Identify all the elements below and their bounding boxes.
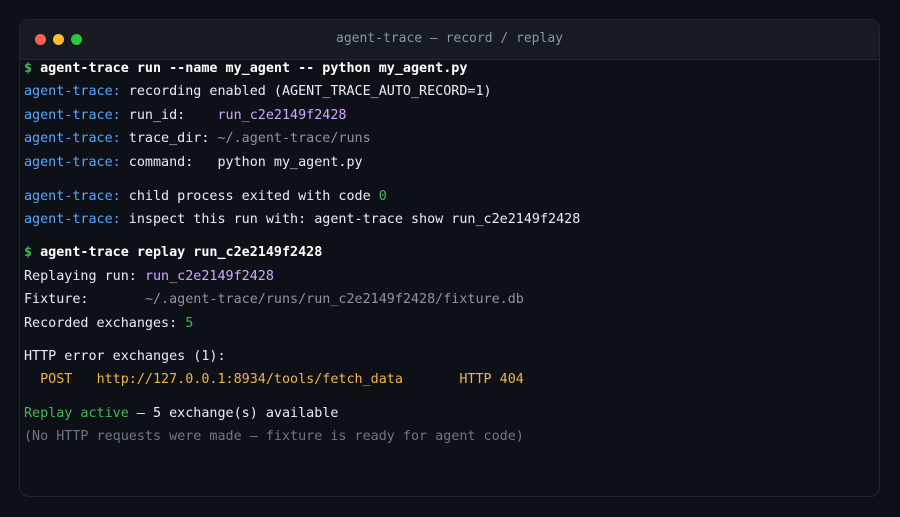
output-line: agent-trace: child process exited with c… bbox=[24, 188, 387, 206]
log-tag: agent-trace: bbox=[24, 108, 121, 123]
log-tag: agent-trace: bbox=[24, 155, 121, 170]
log-text: recording enabled (AGENT_TRACE_AUTO_RECO… bbox=[120, 84, 492, 99]
replay-active-label: Replay active bbox=[24, 406, 129, 421]
terminal-output[interactable]: $ agent-trace run --name my_agent -- pyt… bbox=[24, 60, 580, 510]
output-line: agent-trace: trace_dir: ~/.agent-trace/r… bbox=[24, 130, 371, 148]
output-line: agent-trace: recording enabled (AGENT_TR… bbox=[24, 83, 492, 101]
log-label: child process exited with code bbox=[120, 189, 379, 204]
log-tag: agent-trace: bbox=[24, 131, 121, 146]
recorded-label: Recorded exchanges: bbox=[24, 316, 186, 331]
log-label: run_id: bbox=[120, 108, 218, 123]
exit-code-value: 0 bbox=[378, 189, 387, 204]
output-line: Replaying run: run_c2e2149f2428 bbox=[24, 268, 274, 286]
command-text: agent-trace run --name my_agent -- pytho… bbox=[40, 61, 468, 76]
log-label: command: bbox=[120, 155, 218, 170]
command-line-replay: $ agent-trace replay run_c2e2149f2428 bbox=[24, 244, 322, 262]
log-tag: agent-trace: bbox=[24, 189, 121, 204]
output-line: (No HTTP requests were made — fixture is… bbox=[24, 428, 524, 446]
output-line: agent-trace: command: python my_agent.py bbox=[24, 154, 363, 172]
log-label: trace_dir: bbox=[120, 131, 218, 146]
replay-active-text: — 5 exchange(s) available bbox=[128, 406, 339, 421]
output-line: agent-trace: run_id: run_c2e2149f2428 bbox=[24, 107, 347, 125]
trace-dir-value: ~/.agent-trace/runs bbox=[217, 131, 371, 146]
run-id-value: run_c2e2149f2428 bbox=[217, 108, 347, 123]
no-http-note: (No HTTP requests were made — fixture is… bbox=[24, 429, 524, 444]
output-line: HTTP error exchanges (1): bbox=[24, 348, 226, 366]
http-url: http://127.0.0.1:8934/tools/fetch_data bbox=[96, 372, 403, 387]
window-title: agent-trace — record / replay bbox=[336, 31, 563, 46]
output-line: Fixture: ~/.agent-trace/runs/run_c2e2149… bbox=[24, 291, 524, 309]
http-method: POST bbox=[40, 372, 73, 387]
recorded-count: 5 bbox=[185, 316, 194, 331]
log-tag: agent-trace: bbox=[24, 212, 121, 227]
http-error-row: POST http://127.0.0.1:8934/tools/fetch_d… bbox=[24, 371, 524, 389]
command-line-run: $ agent-trace run --name my_agent -- pyt… bbox=[24, 60, 467, 78]
http-status: HTTP 404 bbox=[459, 372, 524, 387]
title-bar: agent-trace — record / replay bbox=[20, 20, 879, 60]
log-text: inspect this run with: agent-trace show … bbox=[120, 212, 581, 227]
http-errors-header: HTTP error exchanges (1): bbox=[24, 349, 226, 364]
command-value: python my_agent.py bbox=[217, 155, 363, 170]
replaying-label: Replaying run: bbox=[24, 269, 145, 284]
output-line: agent-trace: inspect this run with: agen… bbox=[24, 211, 580, 229]
output-line: Replay active — 5 exchange(s) available bbox=[24, 405, 338, 423]
command-text: agent-trace replay run_c2e2149f2428 bbox=[40, 245, 323, 260]
prompt-symbol: $ bbox=[24, 61, 33, 76]
prompt-symbol: $ bbox=[24, 245, 33, 260]
replaying-run-id: run_c2e2149f2428 bbox=[144, 269, 274, 284]
fixture-path: ~/.agent-trace/runs/run_c2e2149f2428/fix… bbox=[144, 292, 524, 307]
log-tag: agent-trace: bbox=[24, 84, 121, 99]
output-line: Recorded exchanges: 5 bbox=[24, 315, 193, 333]
fixture-label: Fixture: bbox=[24, 292, 145, 307]
